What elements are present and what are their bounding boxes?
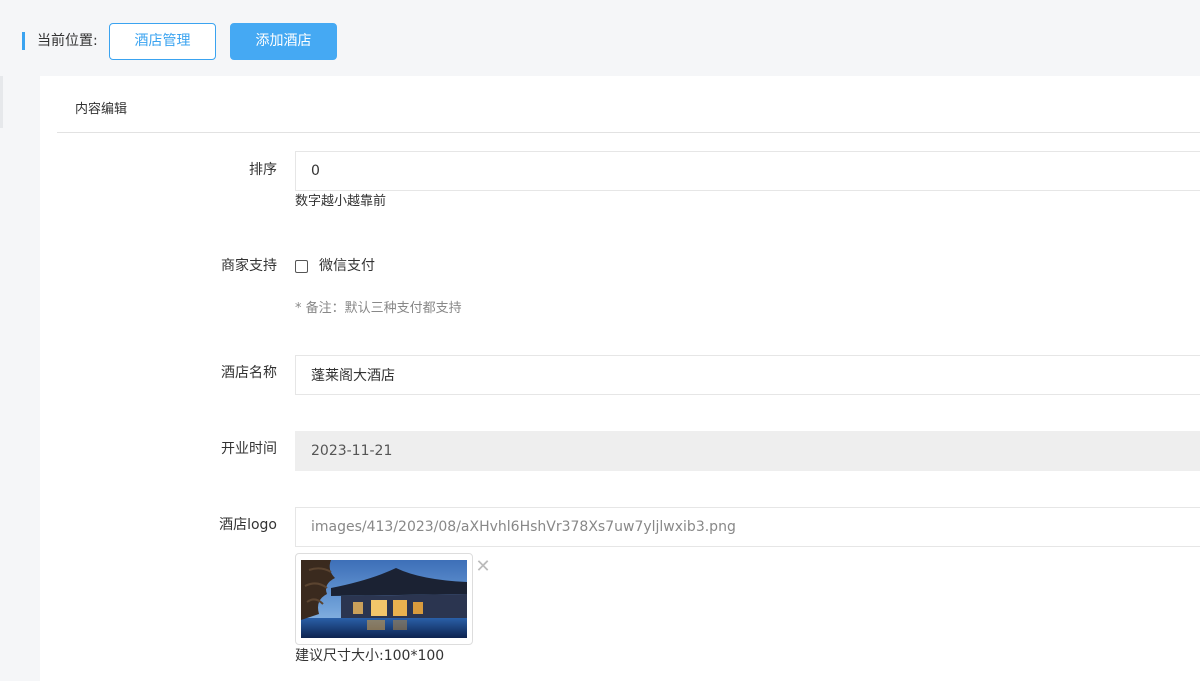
hotel-name-input[interactable] bbox=[295, 355, 1200, 395]
hotel-photo-image bbox=[301, 560, 467, 638]
location-accent-bar bbox=[22, 32, 25, 50]
panel-header: 内容编辑 bbox=[57, 76, 1200, 133]
open-date-input[interactable] bbox=[295, 431, 1200, 471]
panel-title: 内容编辑 bbox=[75, 102, 128, 117]
top-bar: 当前位置: 酒店管理 添加酒店 bbox=[0, 0, 1200, 76]
wechat-pay-label[interactable]: 微信支付 bbox=[319, 256, 375, 276]
wechat-pay-checkbox[interactable] bbox=[295, 260, 308, 273]
add-hotel-button[interactable]: 添加酒店 bbox=[230, 23, 337, 60]
logo-thumbnail bbox=[295, 553, 473, 645]
sort-help: 数字越小越靠前 bbox=[295, 194, 387, 209]
sort-input[interactable] bbox=[295, 151, 1200, 191]
open-date-label: 开业时间 bbox=[221, 441, 277, 457]
location-label: 当前位置: bbox=[37, 33, 98, 49]
logo-size-help: 建议尺寸大小:100*100 bbox=[295, 648, 445, 664]
merchant-support-label: 商家支持 bbox=[221, 258, 277, 274]
close-icon[interactable]: ✕ bbox=[474, 558, 492, 576]
hotel-name-label: 酒店名称 bbox=[221, 365, 277, 381]
hotel-logo-path-input[interactable] bbox=[295, 507, 1200, 547]
sidebar-edge bbox=[0, 76, 3, 128]
hotel-logo-label: 酒店logo bbox=[219, 517, 277, 533]
sort-label: 排序 bbox=[249, 162, 277, 178]
hotel-management-button[interactable]: 酒店管理 bbox=[109, 23, 216, 60]
payment-note: * 备注：默认三种支付都支持 bbox=[295, 301, 462, 316]
